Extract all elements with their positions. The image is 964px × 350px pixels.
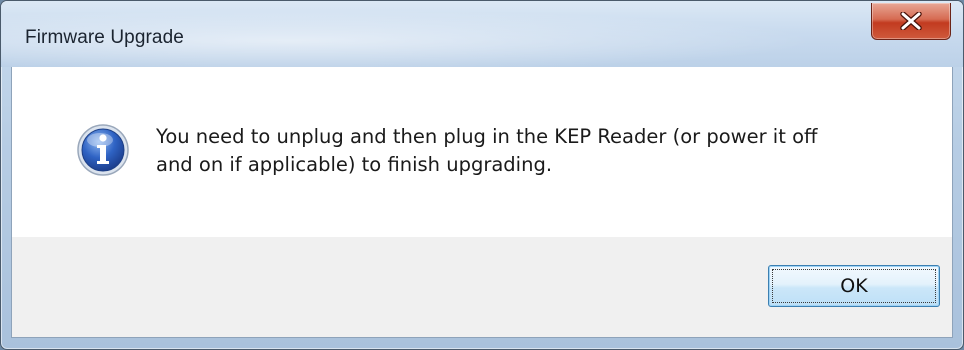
message-line-1: You need to unplug and then plug in the … xyxy=(156,125,818,148)
dialog-window: Firmware Upgrade You need to unplug and … xyxy=(0,0,964,350)
window-title: Firmware Upgrade xyxy=(25,27,184,48)
dialog-footer: OK xyxy=(11,237,953,338)
ok-button[interactable]: OK xyxy=(768,265,940,307)
message-line-2: and on if applicable) to finish upgradin… xyxy=(156,153,553,176)
close-button[interactable] xyxy=(871,3,951,40)
info-icon xyxy=(76,123,130,177)
close-icon xyxy=(900,12,922,30)
dialog-content: You need to unplug and then plug in the … xyxy=(11,67,953,237)
dialog-message: You need to unplug and then plug in the … xyxy=(156,123,926,179)
title-bar[interactable]: Firmware Upgrade xyxy=(1,1,963,67)
